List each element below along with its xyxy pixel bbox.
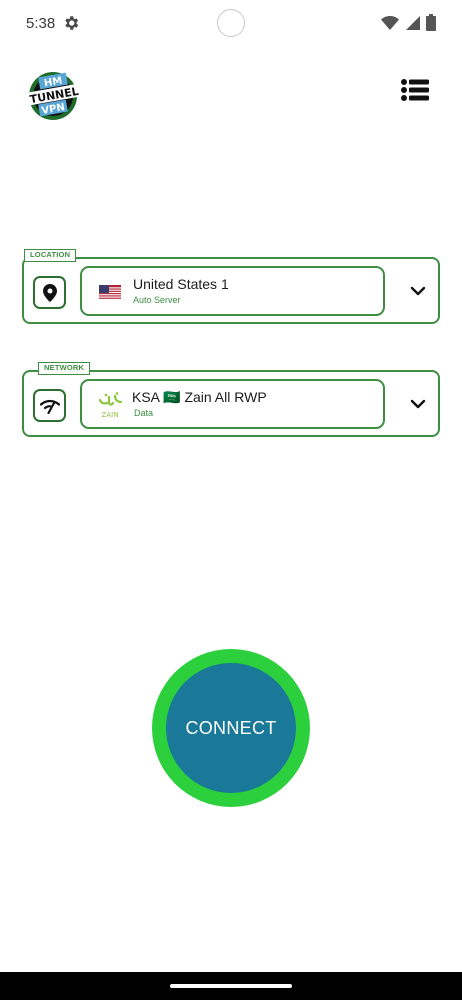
zain-logo-icon: ZAIN <box>98 392 123 419</box>
settings-gear-icon <box>65 16 79 30</box>
location-pin-icon <box>42 283 57 302</box>
connect-button[interactable]: CONNECT <box>166 663 296 793</box>
network-label: NETWORK <box>38 362 91 375</box>
network-icon-box <box>33 389 66 422</box>
list-menu-icon[interactable] <box>400 78 430 102</box>
battery-icon <box>426 14 436 31</box>
network-signal-icon <box>39 399 60 414</box>
server-name: United States 1 <box>133 276 229 292</box>
status-bar: 5:38 <box>0 0 462 48</box>
network-profile-select[interactable]: ZAIN KSA 🇸🇦 Zain All RWP Data <box>80 379 385 429</box>
home-gesture-handle[interactable] <box>170 984 292 988</box>
location-icon-box <box>33 276 66 309</box>
location-label: LOCATION <box>24 249 77 262</box>
system-nav-bar <box>0 972 462 1000</box>
server-select[interactable]: United States 1 Auto Server <box>80 266 385 316</box>
wifi-icon <box>381 15 399 30</box>
server-mode: Auto Server <box>133 295 181 305</box>
us-flag-icon <box>99 285 121 300</box>
status-time: 5:38 <box>26 15 56 32</box>
app-logo: HM TUNNEL VPN <box>25 72 83 120</box>
network-profile-name: KSA 🇸🇦 Zain All RWP <box>132 389 267 405</box>
camera-cutout <box>217 9 245 37</box>
signal-icon <box>406 15 420 30</box>
zain-logo-text: ZAIN <box>102 411 119 419</box>
location-selector[interactable]: LOCATION United States 1 Auto Server <box>22 249 440 324</box>
network-selector[interactable]: NETWORK ZAIN KSA 🇸🇦 Zain All RWP Data <box>22 362 440 437</box>
chevron-down-icon[interactable] <box>410 285 426 297</box>
chevron-down-icon[interactable] <box>410 398 426 410</box>
status-icons <box>381 14 436 31</box>
network-profile-type: Data <box>134 408 154 418</box>
